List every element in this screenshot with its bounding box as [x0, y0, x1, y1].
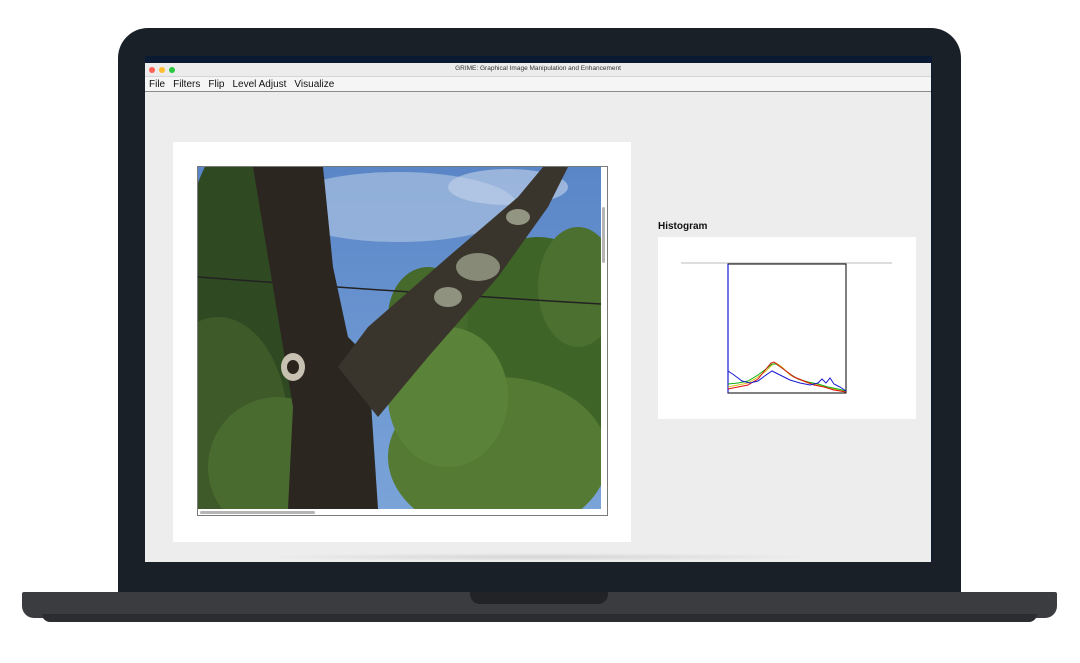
histogram-chart: [681, 262, 892, 394]
decorative-shadow: [255, 553, 825, 561]
horizontal-scrollbar[interactable]: [200, 511, 315, 514]
menu-flip[interactable]: Flip: [208, 79, 224, 90]
window-title: GRIME: Graphical Image Manipulation and …: [455, 65, 621, 72]
title-bar: GRIME: Graphical Image Manipulation and …: [145, 63, 931, 77]
image-scroll-pane[interactable]: [197, 166, 608, 516]
laptop-notch: [470, 592, 608, 604]
menu-filters[interactable]: Filters: [173, 79, 200, 90]
screen: GRIME: Graphical Image Manipulation and …: [145, 56, 932, 562]
menu-file[interactable]: File: [149, 79, 165, 90]
laptop-base-edge: [42, 614, 1037, 622]
histogram-panel: [658, 237, 916, 419]
histogram-green-line: [727, 363, 847, 392]
histogram-label: Histogram: [658, 221, 708, 232]
app-window: GRIME: Graphical Image Manipulation and …: [145, 63, 931, 562]
image-panel: [173, 142, 631, 542]
menu-level-adjust[interactable]: Level Adjust: [232, 79, 286, 90]
vertical-scrollbar[interactable]: [602, 207, 605, 263]
histogram-plot-frame: [727, 263, 847, 394]
tree-photo: [198, 167, 601, 509]
histogram-intensity-line: [727, 362, 847, 393]
menu-bar: File Filters Flip Level Adjust Visualize: [145, 77, 931, 92]
menu-visualize[interactable]: Visualize: [294, 79, 334, 90]
